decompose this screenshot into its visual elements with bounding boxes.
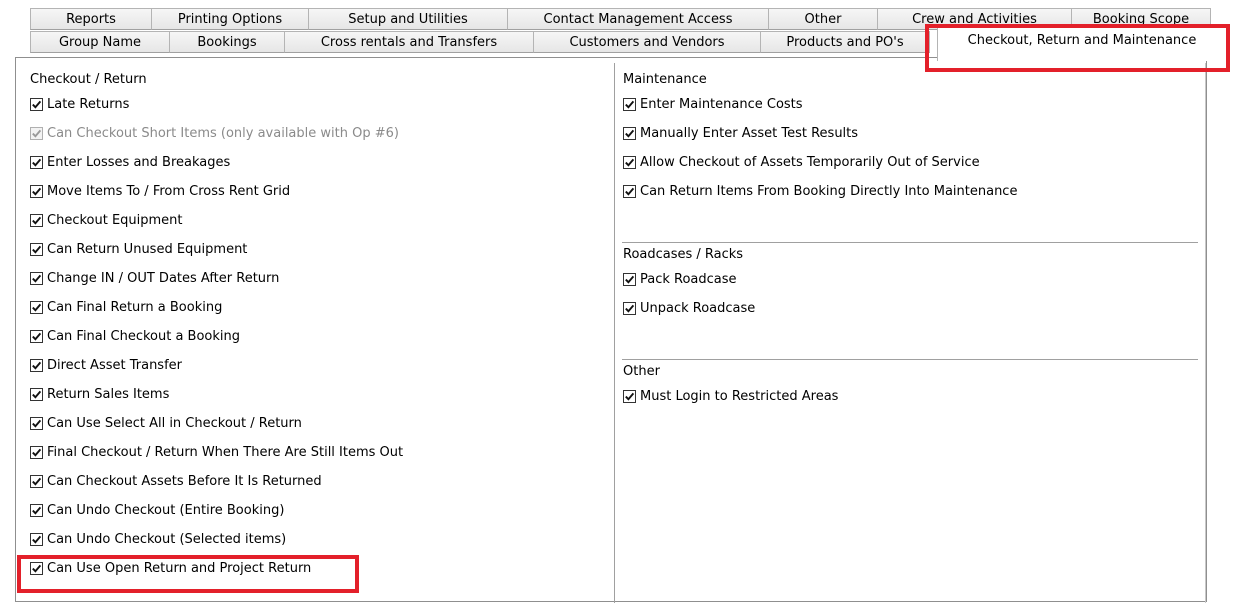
checkbox-can-checkout-short-items-only-available-with-op-6: Can Checkout Short Items (only available… — [30, 124, 399, 142]
checkbox-box[interactable] — [623, 155, 636, 169]
checkbox-direct-asset-transfer[interactable]: Direct Asset Transfer — [30, 356, 182, 374]
tab-products-and-pos[interactable]: Products and PO's — [760, 31, 930, 53]
checkbox-box[interactable] — [30, 242, 43, 256]
section-title-other: Other — [623, 364, 660, 379]
checkbox-allow-checkout-of-assets-temporarily-out-of-service[interactable]: Allow Checkout of Assets Temporarily Out… — [623, 153, 980, 171]
checkbox-label: Enter Maintenance Costs — [640, 96, 803, 112]
checkbox-label: Can Undo Checkout (Selected items) — [47, 531, 287, 547]
checkbox-must-login-to-restricted-areas[interactable]: Must Login to Restricted Areas — [623, 387, 838, 405]
checkbox-final-checkout-return-when-there-are-still-items-out[interactable]: Final Checkout / Return When There Are S… — [30, 443, 403, 461]
checkbox-label: Late Returns — [47, 96, 130, 112]
highlight-active-tab — [925, 24, 1230, 72]
checkbox-label: Direct Asset Transfer — [47, 357, 182, 373]
checkbox-unpack-roadcase[interactable]: Unpack Roadcase — [623, 299, 755, 317]
checkbox-label: Pack Roadcase — [640, 271, 737, 287]
checkbox-label: Can Final Return a Booking — [47, 299, 223, 315]
checkbox-can-final-return-a-booking[interactable]: Can Final Return a Booking — [30, 298, 222, 316]
checkbox-box[interactable] — [30, 387, 43, 401]
checkbox-manually-enter-asset-test-results[interactable]: Manually Enter Asset Test Results — [623, 124, 858, 142]
separator-line — [622, 359, 1198, 360]
checkbox-box[interactable] — [623, 389, 636, 403]
checkbox-label: Must Login to Restricted Areas — [640, 388, 839, 404]
checkbox-label: Can Checkout Short Items (only available… — [47, 125, 399, 141]
section-title-checkout-return: Checkout / Return — [30, 72, 147, 87]
checkbox-label: Enter Losses and Breakages — [47, 154, 231, 170]
checkbox-box[interactable] — [30, 329, 43, 343]
highlight-open-return-checkbox — [17, 555, 359, 593]
checkbox-box[interactable] — [30, 97, 43, 111]
checkbox-move-items-to-from-cross-rent-grid[interactable]: Move Items To / From Cross Rent Grid — [30, 182, 290, 200]
checkbox-label: Return Sales Items — [47, 386, 170, 402]
tab-customers-and-vendors[interactable]: Customers and Vendors — [533, 31, 761, 53]
checkbox-can-return-items-from-booking-directly-into-maintenance[interactable]: Can Return Items From Booking Directly I… — [623, 182, 1017, 200]
checkbox-box[interactable] — [30, 300, 43, 314]
tab-contact-management-access[interactable]: Contact Management Access — [507, 8, 769, 30]
checkbox-can-undo-checkout-entire-booking[interactable]: Can Undo Checkout (Entire Booking) — [30, 501, 284, 519]
tab-printing-options[interactable]: Printing Options — [151, 8, 309, 30]
checkbox-box[interactable] — [30, 445, 43, 459]
checkbox-box[interactable] — [30, 532, 43, 546]
checkbox-can-return-unused-equipment[interactable]: Can Return Unused Equipment — [30, 240, 247, 258]
checkbox-label: Can Undo Checkout (Entire Booking) — [47, 502, 285, 518]
checkbox-label: Final Checkout / Return When There Are S… — [47, 444, 404, 460]
checkbox-change-in-out-dates-after-return[interactable]: Change IN / OUT Dates After Return — [30, 269, 279, 287]
checkbox-box[interactable] — [623, 126, 636, 140]
checkbox-label: Can Return Unused Equipment — [47, 241, 248, 257]
checkbox-label: Can Use Select All in Checkout / Return — [47, 415, 302, 431]
checkbox-box[interactable] — [623, 301, 636, 315]
checkbox-can-final-checkout-a-booking[interactable]: Can Final Checkout a Booking — [30, 327, 240, 345]
tab-setup-and-utilities[interactable]: Setup and Utilities — [308, 8, 508, 30]
separator-line — [622, 242, 1198, 243]
section-title-maintenance: Maintenance — [623, 72, 707, 87]
checkbox-label: Allow Checkout of Assets Temporarily Out… — [640, 154, 980, 170]
tab-other[interactable]: Other — [768, 8, 878, 30]
right-edge — [1205, 63, 1206, 603]
checkbox-can-use-select-all-in-checkout-return[interactable]: Can Use Select All in Checkout / Return — [30, 414, 302, 432]
tab-reports[interactable]: Reports — [30, 8, 152, 30]
column-divider — [614, 63, 615, 603]
checkbox-box[interactable] — [623, 272, 636, 286]
tab-group-name[interactable]: Group Name — [30, 31, 170, 53]
checkbox-label: Move Items To / From Cross Rent Grid — [47, 183, 291, 199]
checkbox-label: Unpack Roadcase — [640, 300, 756, 316]
checkbox-box[interactable] — [30, 503, 43, 517]
checkbox-box[interactable] — [30, 155, 43, 169]
checkbox-label: Can Return Items From Booking Directly I… — [640, 183, 1018, 199]
checkbox-late-returns[interactable]: Late Returns — [30, 95, 129, 113]
checkbox-box[interactable] — [623, 97, 636, 111]
checkbox-return-sales-items[interactable]: Return Sales Items — [30, 385, 169, 403]
checkbox-enter-losses-and-breakages[interactable]: Enter Losses and Breakages — [30, 153, 230, 171]
checkbox-label: Change IN / OUT Dates After Return — [47, 270, 280, 286]
checkbox-label: Can Checkout Assets Before It Is Returne… — [47, 473, 322, 489]
checkbox-box[interactable] — [623, 184, 636, 198]
tab-cross-rentals-and-transfers[interactable]: Cross rentals and Transfers — [284, 31, 534, 53]
checkbox-label: Manually Enter Asset Test Results — [640, 125, 859, 141]
checkbox-label: Can Final Checkout a Booking — [47, 328, 241, 344]
checkbox-box[interactable] — [30, 184, 43, 198]
tab-bookings[interactable]: Bookings — [169, 31, 285, 53]
section-title-roadcases: Roadcases / Racks — [623, 247, 744, 262]
checkbox-box[interactable] — [30, 416, 43, 430]
checkbox-label: Checkout Equipment — [47, 212, 183, 228]
checkbox-box[interactable] — [30, 213, 43, 227]
checkbox-box[interactable] — [30, 358, 43, 372]
checkbox-box[interactable] — [30, 474, 43, 488]
checkbox-enter-maintenance-costs[interactable]: Enter Maintenance Costs — [623, 95, 803, 113]
checkbox-can-undo-checkout-selected-items[interactable]: Can Undo Checkout (Selected items) — [30, 530, 286, 548]
checkbox-box[interactable] — [30, 271, 43, 285]
checkbox-can-checkout-assets-before-it-is-returned[interactable]: Can Checkout Assets Before It Is Returne… — [30, 472, 322, 490]
checkbox-pack-roadcase[interactable]: Pack Roadcase — [623, 270, 737, 288]
checkbox-checkout-equipment[interactable]: Checkout Equipment — [30, 211, 183, 229]
checkbox-box — [30, 126, 43, 140]
